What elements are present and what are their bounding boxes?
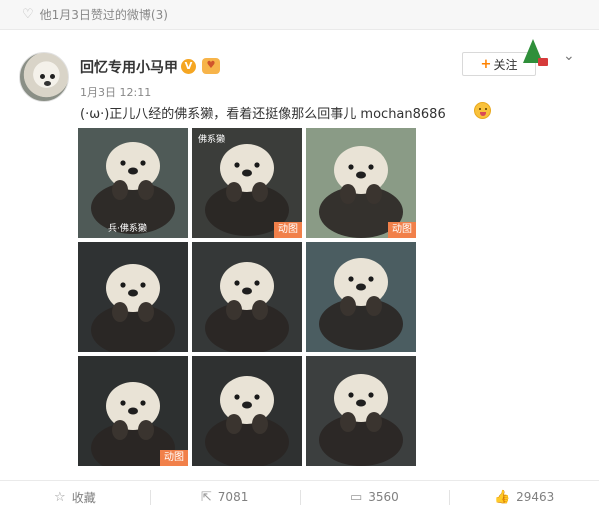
image-caption: 佛系獭 bbox=[198, 135, 226, 145]
like-button[interactable]: 👍 29463 bbox=[449, 481, 599, 513]
repost-button[interactable]: ⇱ 7081 bbox=[149, 481, 300, 513]
star-icon: ☆ bbox=[54, 489, 66, 505]
gif-badge: 动图 bbox=[274, 222, 302, 238]
post-image[interactable] bbox=[192, 356, 302, 466]
thumbs-up-icon: 👍 bbox=[493, 489, 511, 505]
follow-label: 关注 bbox=[493, 57, 518, 72]
gif-badge: 动图 bbox=[160, 450, 188, 466]
avatar[interactable] bbox=[19, 52, 69, 102]
gift-icon bbox=[538, 58, 548, 66]
verified-badge-icon[interactable]: V bbox=[181, 59, 196, 74]
favorite-button[interactable]: ☆ 收藏 bbox=[0, 481, 150, 513]
action-bar: ☆ 收藏 ⇱ 7081 ▭ 3560 👍 29463 bbox=[0, 480, 599, 513]
image-caption: 兵·佛系獭 bbox=[108, 224, 147, 234]
post-image[interactable] bbox=[306, 242, 416, 352]
post-image[interactable]: 动图 bbox=[78, 356, 188, 466]
comment-button[interactable]: ▭ 3560 bbox=[299, 481, 450, 513]
post-image[interactable]: 兵·佛系獭 bbox=[78, 128, 188, 238]
weibo-post-card: 回忆专用小马甲 V ♥ 1月3日 12:11 + 关注 ⌄ (·ω·)正儿八经的… bbox=[0, 30, 599, 513]
author-name[interactable]: 回忆专用小马甲 bbox=[80, 57, 178, 77]
liked-notice-text: 他1月3日赞过的微博(3) bbox=[39, 8, 168, 22]
comment-count: 3560 bbox=[368, 490, 399, 504]
liked-notice-bar[interactable]: ♡ 他1月3日赞过的微博(3) bbox=[0, 0, 599, 30]
post-image[interactable]: 佛系獭动图 bbox=[192, 128, 302, 238]
comment-icon: ▭ bbox=[349, 489, 363, 505]
yummy-emoji-icon bbox=[474, 102, 491, 119]
repost-count: 7081 bbox=[217, 490, 249, 504]
image-grid: 兵·佛系獭 佛系獭 动图 动图 动图 bbox=[78, 128, 416, 466]
post-text: (·ω·)正儿八经的佛系獭，看着还挺像那么回事儿 mochan8686 bbox=[80, 107, 446, 122]
post-time[interactable]: 1月3日 12:11 bbox=[80, 84, 151, 100]
repost-icon: ⇱ bbox=[200, 489, 212, 505]
chevron-down-icon[interactable]: ⌄ bbox=[563, 48, 575, 64]
like-count: 29463 bbox=[516, 490, 555, 504]
post-image[interactable] bbox=[78, 242, 188, 352]
post-image[interactable] bbox=[192, 242, 302, 352]
post-image[interactable] bbox=[306, 356, 416, 466]
plus-icon: + bbox=[480, 56, 492, 72]
favorite-label: 收藏 bbox=[71, 490, 96, 505]
member-badge-icon[interactable]: ♥ bbox=[202, 58, 220, 74]
gif-badge: 动图 bbox=[388, 222, 416, 238]
heart-icon: ♡ bbox=[22, 7, 34, 22]
post-image[interactable]: 动图 bbox=[306, 128, 416, 238]
